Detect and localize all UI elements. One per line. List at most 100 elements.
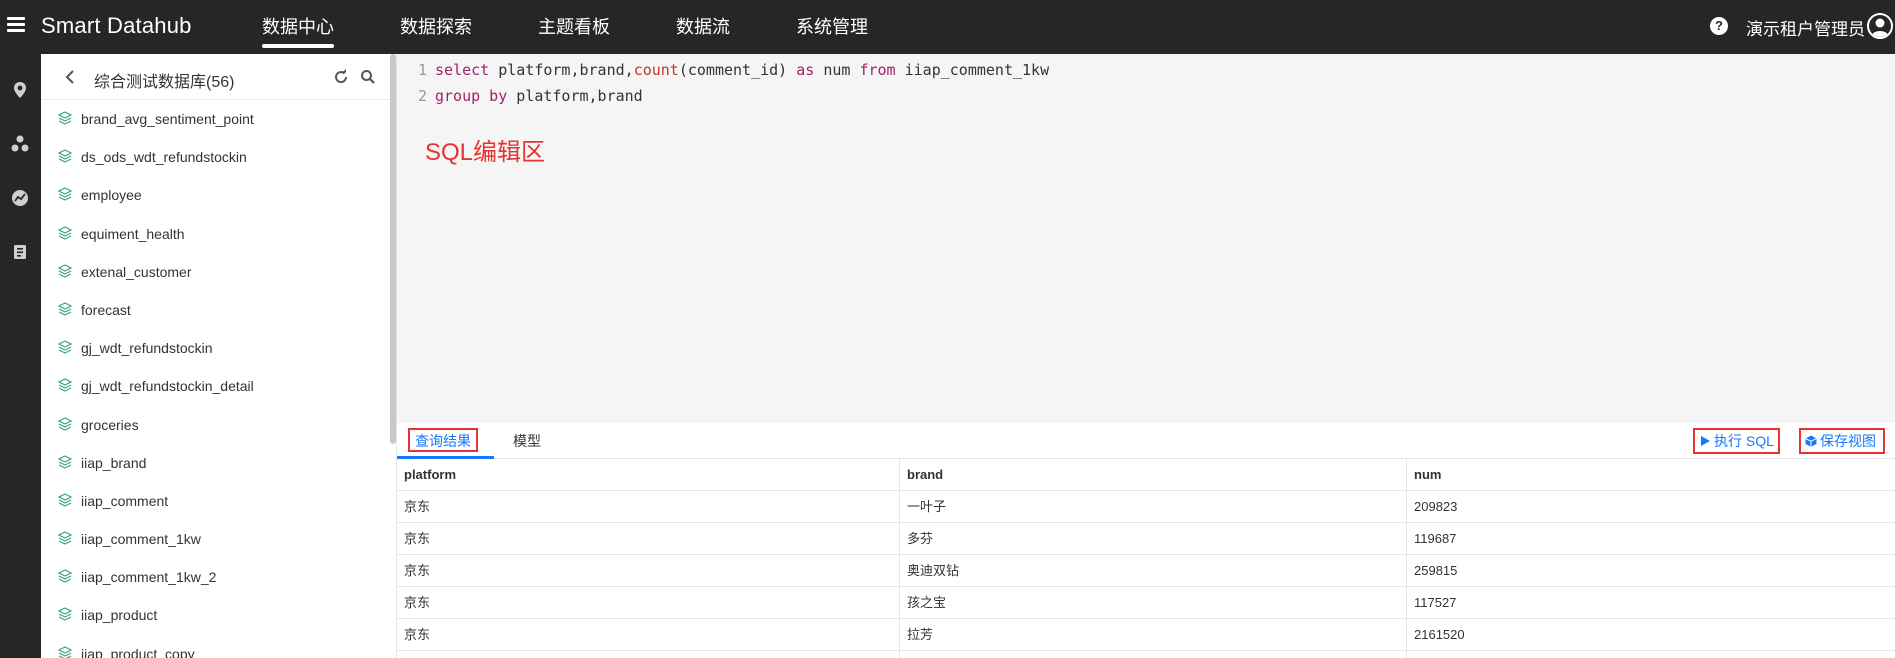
nav-item-3[interactable]: 数据流	[676, 0, 730, 54]
table-row[interactable]: 京东 拉芳 2161520	[397, 619, 1895, 651]
table-layers-icon	[57, 606, 73, 622]
table-list-panel: 综合测试数据库(56) brand_avg_sentiment_point ds_…	[41, 54, 397, 658]
code-token: as	[796, 61, 815, 79]
table-row[interactable]: 京东 孩之宝 117527	[397, 587, 1895, 619]
sql-editor[interactable]: SQL编辑区 1 select platform,brand,count(comm…	[397, 54, 1895, 423]
column-header[interactable]: num	[1407, 459, 1895, 491]
panel-header: 综合测试数据库(56)	[41, 54, 396, 100]
table-list-item[interactable]: employee	[41, 176, 386, 214]
results-table: platform brand num 京东 一叶子 209823 京东 多芬 119687 京东奥…	[397, 459, 1895, 658]
table-list-item[interactable]: extenal_customer	[41, 253, 386, 291]
top-bar: Smart Datahub 数据中心 数据探索 主题看板 数据流 系统管理 ? 演示租户…	[0, 0, 1895, 54]
run-sql-button[interactable]: 执行 SQL	[1693, 428, 1780, 454]
code-line[interactable]: 2 group by platform,brand	[397, 84, 643, 108]
table-list-item[interactable]: ds_ods_wdt_refundstockin	[41, 138, 386, 176]
table-list-item[interactable]: iiap_comment_1kw_2	[41, 558, 386, 596]
help-icon[interactable]: ?	[1710, 17, 1728, 35]
chart-trend-icon[interactable]	[10, 188, 30, 208]
table-cell: 209823	[1414, 499, 1458, 514]
table-list-item[interactable]: iiap_brand	[41, 444, 386, 482]
table-cell	[900, 651, 1407, 658]
table-header-row: platform brand num	[397, 459, 1895, 491]
code-line[interactable]: 1 select platform,brand,count(comment_id)…	[397, 58, 1049, 82]
table-cell: 多芬	[900, 523, 1407, 555]
table-layers-icon	[57, 263, 73, 279]
table-row[interactable]: 京东 一叶子 209823	[397, 491, 1895, 523]
table-list-item[interactable]: gj_wdt_refundstockin	[41, 329, 386, 367]
table-list-item[interactable]: iiap_comment	[41, 482, 386, 520]
code-token: num	[814, 61, 860, 79]
code-token: group by	[435, 87, 508, 105]
save-view-button[interactable]: 保存视图	[1799, 428, 1885, 454]
table-name: iiap_comment_1kw	[81, 531, 201, 548]
table-row[interactable]: 京东 多芬 119687	[397, 523, 1895, 555]
cube-icon	[1805, 431, 1817, 447]
table-name: equiment_health	[81, 225, 185, 242]
table-list-item[interactable]: iiap_product_copy	[41, 635, 386, 658]
table-name: iiap_comment_1kw_2	[81, 569, 217, 586]
results-panel: 查询结果 模型 执行 SQL 保存视图 platform brand num 京东 一叶…	[397, 423, 1895, 658]
table-layers-icon	[57, 339, 73, 355]
code-token: count	[633, 61, 679, 79]
table-list-item[interactable]: brand_avg_sentiment_point	[41, 100, 386, 138]
table-layers-icon	[57, 301, 73, 317]
table-name: brand_avg_sentiment_point	[81, 111, 254, 127]
table-cell: 119687	[1414, 531, 1457, 546]
table-layers-icon	[57, 225, 73, 241]
line-number: 1	[417, 61, 427, 79]
code-token: platform,brand,	[489, 61, 634, 79]
table-cell: 京东	[397, 523, 900, 555]
icon-sidebar	[0, 54, 41, 658]
database-title: 综合测试数据库(56)	[94, 74, 235, 91]
table-name: iiap_comment	[81, 492, 169, 509]
code-token: select	[435, 61, 490, 79]
table-list-item[interactable]: equiment_health	[41, 215, 386, 253]
nav-item-4[interactable]: 系统管理	[796, 0, 868, 54]
table-cell: 117527	[1414, 595, 1457, 610]
table-cell: 拉芳	[900, 619, 1407, 651]
table-name: iiap_product	[81, 607, 158, 624]
table-cell: 京东	[397, 619, 900, 651]
back-arrow-icon[interactable]	[63, 69, 77, 85]
table-list-item[interactable]: gj_wdt_refundstockin_detail	[41, 367, 386, 405]
code-token: iiap_comment_1kw	[895, 61, 1050, 79]
table-cell: 259815	[1414, 563, 1458, 578]
nav-item-0[interactable]: 数据中心	[262, 0, 334, 54]
table-name: extenal_customer	[81, 263, 192, 280]
table-cell: 京东	[397, 555, 900, 587]
tab-model[interactable]: 模型	[513, 423, 541, 459]
table-name: gj_wdt_refundstockin	[81, 340, 213, 357]
table-layers-icon	[57, 416, 73, 432]
column-header[interactable]: platform	[397, 459, 900, 491]
save-view-label: 保存视图	[1820, 433, 1876, 449]
table-cell: 孩之宝	[900, 587, 1407, 619]
line-number: 2	[417, 87, 427, 105]
report-icon[interactable]	[10, 242, 30, 262]
table-layers-icon	[57, 454, 73, 470]
refresh-icon[interactable]	[333, 69, 349, 85]
code-token: platform,brand	[507, 87, 643, 105]
table-layers-icon	[57, 110, 73, 126]
nav-item-2[interactable]: 主题看板	[538, 0, 610, 54]
table-name: ds_ods_wdt_refundstockin	[81, 149, 247, 166]
table-list-item[interactable]: forecast	[41, 291, 386, 329]
main-nav: 数据中心 数据探索 主题看板 数据流 系统管理	[262, 0, 934, 54]
table-list-scrollbar[interactable]	[390, 54, 396, 444]
table-row[interactable]: 京东 奥迪双钻 259815	[397, 555, 1895, 587]
table-list-item[interactable]: iiap_comment_1kw	[41, 520, 386, 558]
tab-query-results[interactable]: 查询结果	[415, 423, 471, 459]
table-list-item[interactable]: iiap_product	[41, 596, 386, 634]
username[interactable]: 演示租户管理员	[1746, 15, 1865, 40]
table-name: forecast	[81, 301, 131, 318]
user-avatar-icon[interactable]	[1867, 13, 1893, 39]
location-pin-icon[interactable]	[10, 80, 30, 100]
cluster-icon[interactable]	[10, 134, 30, 154]
table-layers-icon	[57, 530, 73, 546]
column-header[interactable]: brand	[900, 459, 1407, 491]
search-icon[interactable]	[360, 69, 376, 85]
table-row[interactable]	[397, 651, 1895, 658]
menu-icon[interactable]	[7, 17, 25, 35]
editor-annotation: SQL编辑区	[425, 139, 546, 166]
table-list-item[interactable]: groceries	[41, 406, 386, 444]
nav-item-1[interactable]: 数据探索	[400, 0, 472, 54]
